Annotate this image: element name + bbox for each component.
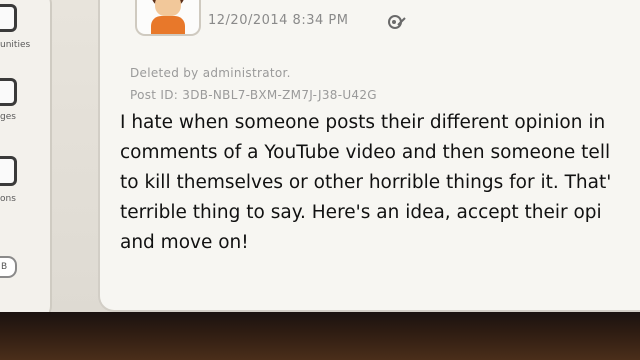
sidebar-item-label: ges	[0, 112, 16, 122]
avatar-body	[151, 16, 185, 34]
post-status: Deleted by administrator.	[130, 66, 291, 80]
avatar-face	[155, 0, 181, 16]
badge-icon: B	[0, 256, 17, 278]
messages-icon	[0, 78, 17, 106]
avatar[interactable]	[135, 0, 201, 36]
post-timestamp: 12/20/2014 8:34 PM	[208, 13, 349, 28]
sidebar-item-label: unities	[0, 40, 31, 50]
post-id: Post ID: 3DB-NBL7-BXM-ZM7J-J38-U42G	[130, 88, 377, 102]
communities-icon	[0, 4, 17, 32]
post-body-line: to kill themselves or other horrible thi…	[120, 172, 612, 193]
post-body: I hate when someone posts their differen…	[120, 108, 640, 258]
post-body-line: and move on!	[120, 232, 249, 253]
sidebar-item-label: ons	[0, 194, 16, 204]
notifications-icon	[0, 156, 17, 186]
sidebar: unities ges ons B	[0, 0, 52, 318]
device-bezel	[0, 312, 640, 360]
post-body-line: comments of a YouTube video and then som…	[120, 142, 611, 163]
screen: unities ges ons B 12/20/2014 8:34 PM Del…	[0, 0, 640, 318]
post-body-line: I hate when someone posts their differen…	[120, 112, 606, 133]
post-body-line: terrible thing to say. Here's an idea, a…	[120, 202, 602, 223]
yeah-icon[interactable]	[386, 14, 408, 30]
